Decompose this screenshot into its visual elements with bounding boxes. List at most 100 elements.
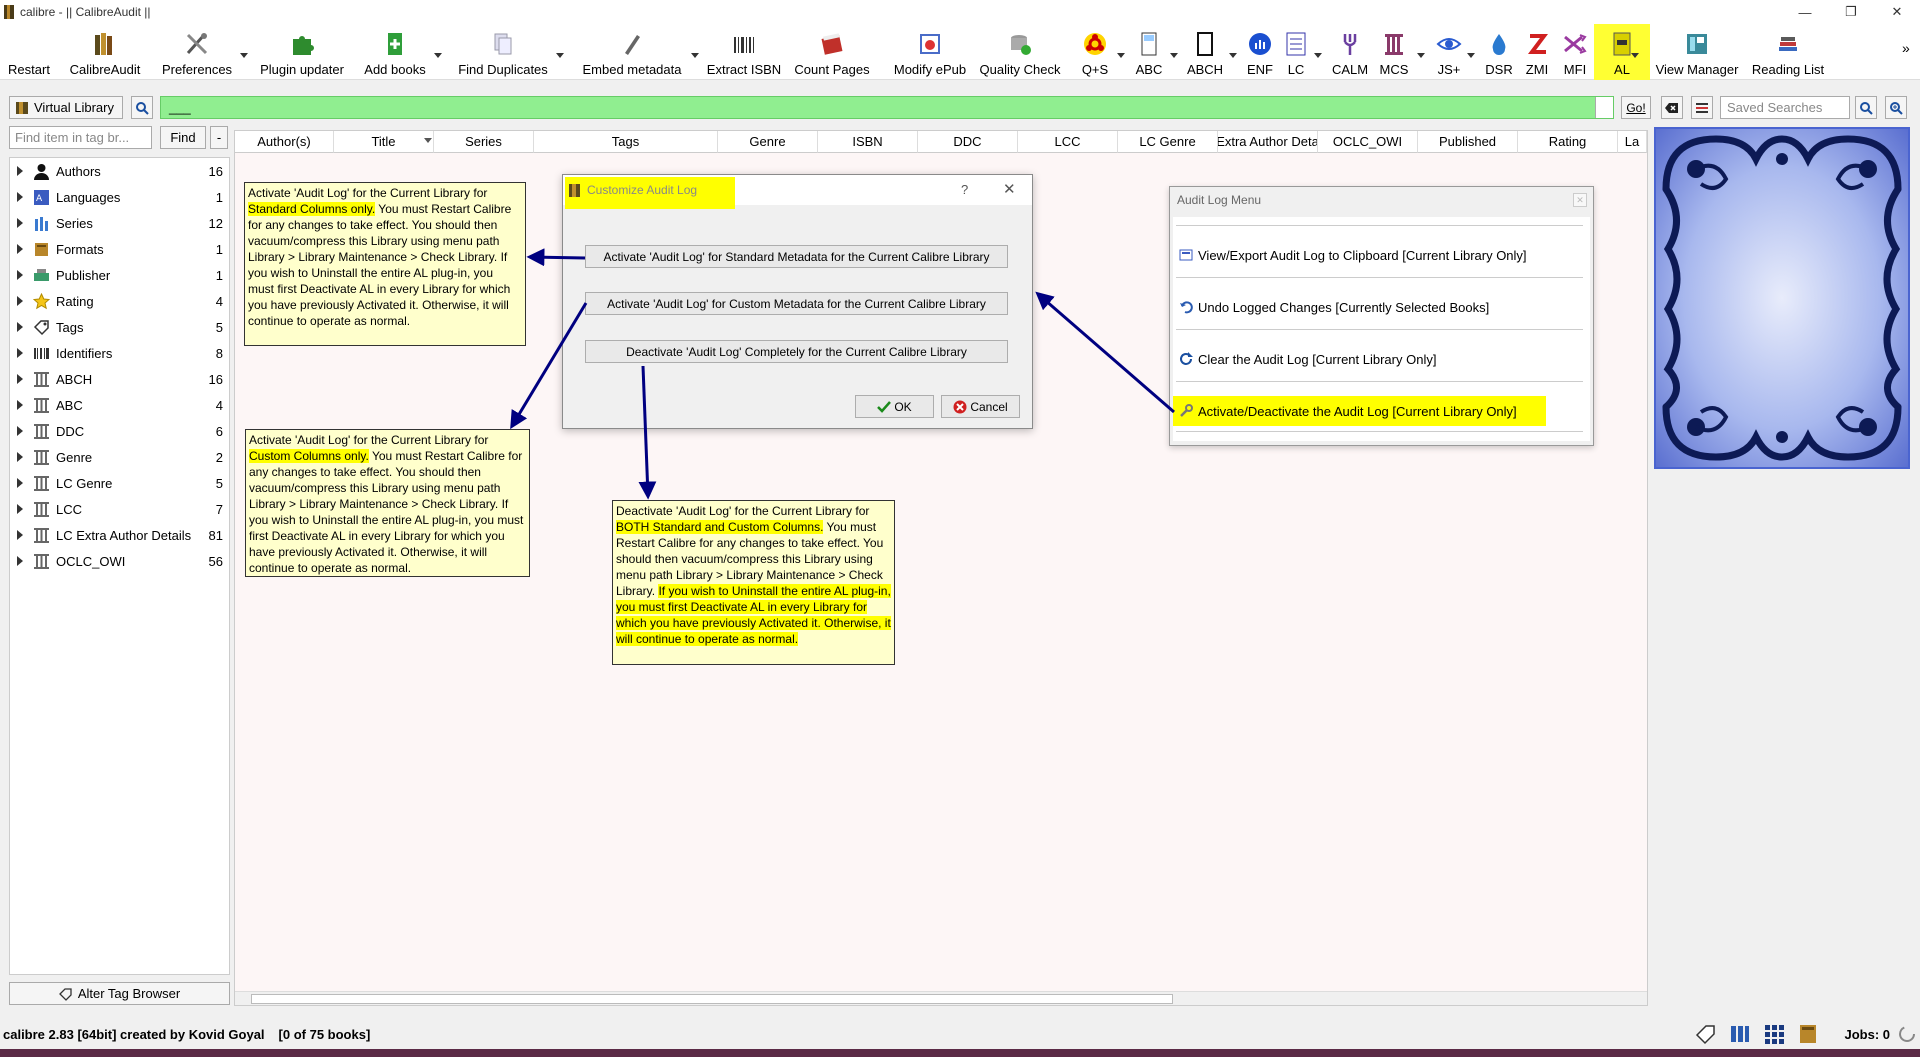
activate-custom-metadata-button[interactable]: Activate 'Audit Log' for Custom Metadata… [585,292,1008,315]
column-header-series[interactable]: Series [434,131,534,153]
qs-button[interactable]: Q+S [1078,24,1112,80]
expand-arrow-icon[interactable] [17,478,23,488]
add-books-button[interactable]: Add books [362,24,428,80]
tag-node-series[interactable]: Series 12 [10,210,229,236]
restart-button[interactable]: Restart [6,24,52,80]
book-details-toggle-icon[interactable] [1728,1022,1752,1046]
lc-dropdown-icon[interactable] [1313,50,1323,60]
preferences-button[interactable]: Preferences [160,24,234,80]
expand-arrow-icon[interactable] [17,218,23,228]
abc-dropdown-icon[interactable] [1169,50,1179,60]
add-books-dropdown-icon[interactable] [433,50,443,60]
maximize-button[interactable]: ❐ [1828,0,1874,24]
js-button[interactable]: JS+ [1432,24,1466,80]
dsr-button[interactable]: DSR [1484,24,1514,80]
search-history-dropdown[interactable] [1595,97,1613,118]
search-toggle-button[interactable] [131,96,153,119]
expand-arrow-icon[interactable] [17,296,23,306]
mfi-button[interactable]: MFI [1560,24,1590,80]
modify-epub-button[interactable]: Modify ePub [892,24,968,80]
menu-item-clear-log[interactable]: Clear the Audit Log [Current Library Onl… [1173,344,1590,374]
search-input[interactable]: ___ [160,96,1614,119]
preferences-dropdown-icon[interactable] [239,50,249,60]
highlight-toggle-button[interactable] [1691,96,1713,119]
save-search-button[interactable] [1855,96,1877,119]
column-header-isbn[interactable]: ISBN [818,131,918,153]
expand-arrow-icon[interactable] [17,530,23,540]
tag-node-publisher[interactable]: Publisher 1 [10,262,229,288]
tag-node-genre[interactable]: Genre 2 [10,444,229,470]
al-button[interactable]: AL [1594,24,1650,80]
tag-node-oclc-owi[interactable]: OCLC_OWI 56 [10,548,229,574]
dialog-close-button[interactable]: ✕ [1003,180,1016,198]
expand-arrow-icon[interactable] [17,322,23,332]
jobs-indicator[interactable]: Jobs: 0 [1844,1027,1890,1042]
quickview-toggle-icon[interactable] [1796,1022,1820,1046]
tag-browser-find-input[interactable]: Find item in tag br... [9,126,152,149]
column-header-lcc[interactable]: LCC [1018,131,1118,153]
activate-standard-metadata-button[interactable]: Activate 'Audit Log' for Standard Metada… [585,245,1008,268]
expand-arrow-icon[interactable] [17,166,23,176]
expand-arrow-icon[interactable] [17,244,23,254]
column-header-published[interactable]: Published [1418,131,1518,153]
column-header-rating[interactable]: Rating [1518,131,1618,153]
tag-node-lcc[interactable]: LCC 7 [10,496,229,522]
cancel-button[interactable]: Cancel [941,395,1020,418]
tag-node-lc-genre[interactable]: LC Genre 5 [10,470,229,496]
mcs-dropdown-icon[interactable] [1416,50,1426,60]
tag-node-languages[interactable]: A Languages 1 [10,184,229,210]
expand-arrow-icon[interactable] [17,348,23,358]
tag-node-ddc[interactable]: DDC 6 [10,418,229,444]
tag-node-rating[interactable]: Rating 4 [10,288,229,314]
reading-list-button[interactable]: Reading List [1750,24,1826,80]
embed-metadata-button[interactable]: Embed metadata [578,24,686,80]
minimize-button[interactable]: — [1782,0,1828,24]
calibreaudit-button[interactable]: CalibreAudit [66,24,144,80]
expand-arrow-icon[interactable] [17,504,23,514]
plugin-updater-button[interactable]: Plugin updater [258,24,346,80]
toolbar-overflow-button[interactable]: » [1902,40,1910,56]
menu-close-button[interactable]: ✕ [1573,193,1587,207]
cover-grid-toggle-icon[interactable] [1762,1022,1786,1046]
column-header-languages[interactable]: La [1618,131,1647,153]
alter-tag-browser-button[interactable]: Alter Tag Browser [9,982,230,1005]
find-duplicates-button[interactable]: Find Duplicates [456,24,550,80]
tag-node-identifiers[interactable]: Identifiers 8 [10,340,229,366]
find-duplicates-dropdown-icon[interactable] [555,50,565,60]
go-button[interactable]: Go! [1621,96,1651,119]
expand-arrow-icon[interactable] [17,556,23,566]
expand-arrow-icon[interactable] [17,270,23,280]
tag-node-lc-extra-author-details[interactable]: LC Extra Author Details 81 [10,522,229,548]
zmi-button[interactable]: ZMI [1522,24,1552,80]
column-header-ddc[interactable]: DDC [918,131,1018,153]
virtual-library-button[interactable]: Virtual Library [9,96,123,119]
enf-button[interactable]: ENF [1244,24,1276,80]
tag-browser-collapse-button[interactable]: - [210,126,228,149]
horizontal-scrollbar[interactable] [235,991,1647,1005]
js-dropdown-icon[interactable] [1466,50,1476,60]
calm-button[interactable]: CALM [1330,24,1370,80]
tag-node-authors[interactable]: Authors 16 [10,158,229,184]
menu-item-view-export[interactable]: View/Export Audit Log to Clipboard [Curr… [1173,240,1590,270]
column-header-lc-genre[interactable]: LC Genre [1118,131,1218,153]
tag-node-abch[interactable]: ABCH 16 [10,366,229,392]
extract-isbn-button[interactable]: Extract ISBN [706,24,782,80]
close-window-button[interactable]: ✕ [1874,0,1920,24]
deactivate-audit-log-button[interactable]: Deactivate 'Audit Log' Completely for th… [585,340,1008,363]
column-header-extra-author-details[interactable]: Extra Author Deta [1218,131,1318,153]
ok-button[interactable]: OK [855,395,934,418]
saved-searches-combobox[interactable]: Saved Searches [1720,96,1850,119]
expand-arrow-icon[interactable] [17,192,23,202]
tag-node-tags[interactable]: Tags 5 [10,314,229,340]
tag-browser-find-button[interactable]: Find [160,126,206,149]
scrollbar-thumb[interactable] [251,994,1173,1004]
count-pages-button[interactable]: Count Pages [792,24,872,80]
quality-check-button[interactable]: Quality Check [978,24,1062,80]
expand-arrow-icon[interactable] [17,400,23,410]
help-button[interactable]: ? [961,182,968,197]
menu-item-activate-deactivate[interactable]: Activate/Deactivate the Audit Log [Curre… [1173,396,1546,426]
clear-search-button[interactable] [1661,96,1683,119]
column-header-authors[interactable]: Author(s) [235,131,334,153]
tag-browser-toggle-icon[interactable] [1694,1022,1718,1046]
column-header-oclc-owi[interactable]: OCLC_OWI [1318,131,1418,153]
